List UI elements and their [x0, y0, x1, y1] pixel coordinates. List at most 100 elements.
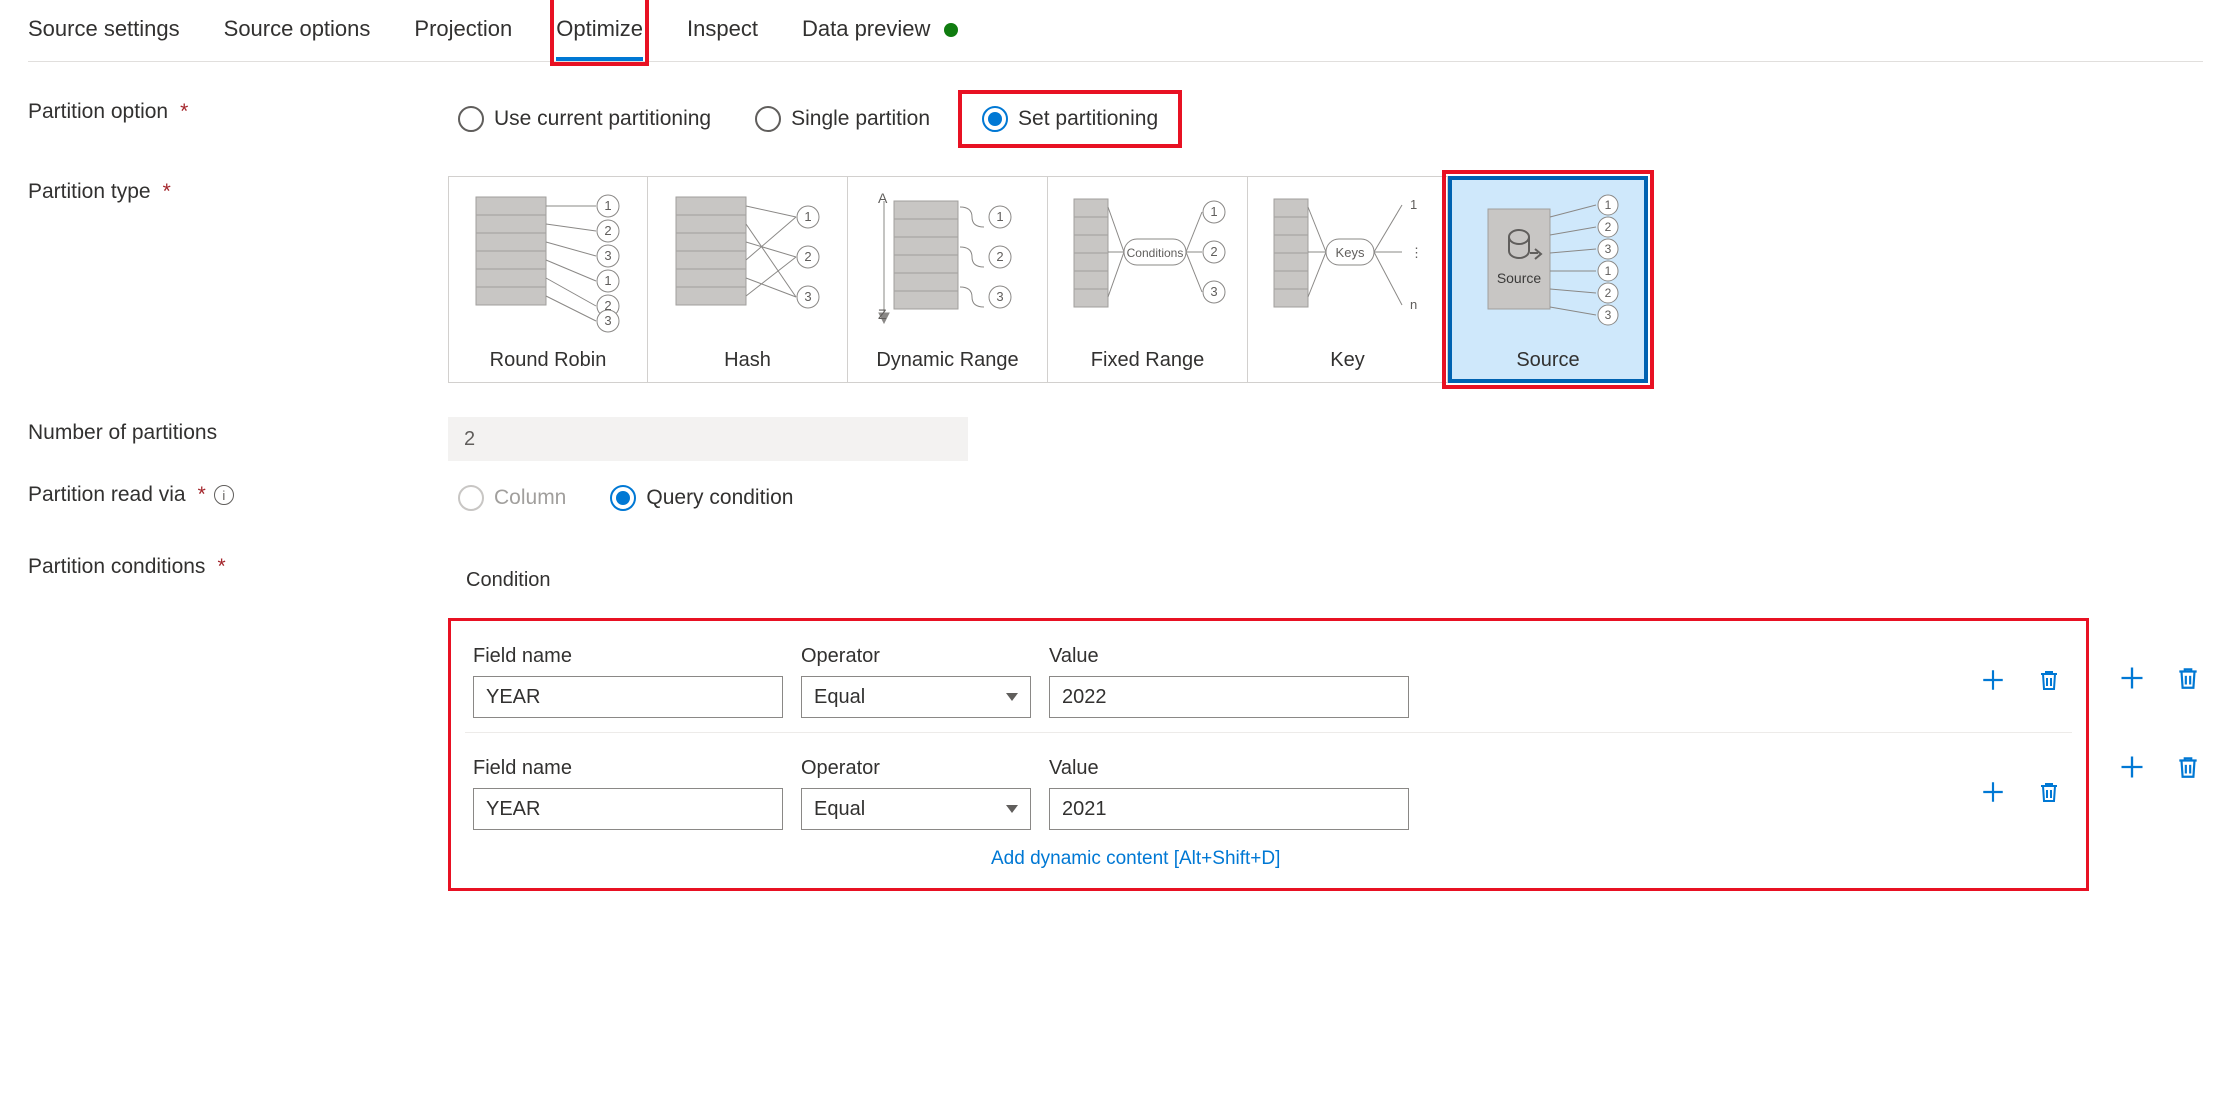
card-caption: Hash — [724, 341, 771, 382]
svg-text:2: 2 — [1605, 286, 1612, 300]
card-fixed-range[interactable]: Conditions 123 Fixed Range — [1048, 176, 1248, 383]
tab-data-preview[interactable]: Data preview — [802, 2, 958, 60]
add-condition-button[interactable] — [2117, 663, 2147, 693]
radio-circle-icon — [458, 106, 484, 132]
label-text: Partition conditions — [28, 555, 205, 579]
card-caption: Fixed Range — [1091, 341, 1204, 382]
condition-row: Field name YEAR Operator Equal Value 202… — [465, 732, 2072, 844]
svg-text:⋮: ⋮ — [1410, 245, 1423, 260]
tab-optimize[interactable]: Optimize — [556, 2, 643, 60]
radio-circle-icon — [982, 106, 1008, 132]
input-value: YEAR — [486, 798, 540, 821]
partition-read-via-group: Column Query condition — [448, 479, 803, 517]
label-partition-type: Partition type* — [28, 176, 448, 204]
value-input[interactable]: 2021 — [1049, 788, 1409, 830]
card-key[interactable]: Keys 1 ⋮ n Key — [1248, 176, 1448, 383]
svg-text:2: 2 — [804, 249, 811, 264]
label-partition-option: Partition option* — [28, 96, 448, 124]
svg-text:Source: Source — [1497, 270, 1542, 286]
radio-use-current-partitioning[interactable]: Use current partitioning — [448, 100, 721, 138]
tab-inspect[interactable]: Inspect — [687, 2, 758, 60]
tab-source-options[interactable]: Source options — [224, 2, 371, 60]
svg-text:2: 2 — [1605, 220, 1612, 234]
add-condition-button[interactable] — [2117, 752, 2147, 782]
label-text: Partition read via — [28, 483, 186, 507]
required-marker: * — [198, 483, 206, 507]
field-name-input[interactable]: YEAR — [473, 788, 783, 830]
info-icon[interactable]: i — [214, 485, 234, 505]
label-partition-conditions: Partition conditions * — [28, 551, 448, 579]
label-text: Number of partitions — [28, 421, 217, 445]
svg-text:1: 1 — [1410, 197, 1417, 212]
svg-text:Keys: Keys — [1335, 245, 1364, 260]
tab-projection[interactable]: Projection — [414, 2, 512, 60]
card-source[interactable]: Source 123 123 — [1448, 176, 1648, 383]
card-caption: Round Robin — [490, 341, 607, 382]
partition-option-group: Use current partitioning Single partitio… — [448, 96, 1176, 142]
col-header-operator: Operator — [801, 757, 1031, 780]
card-hash[interactable]: 1 2 3 Hash — [648, 176, 848, 383]
tabs-bar: Source settings Source options Projectio… — [28, 0, 2203, 62]
radio-label: Use current partitioning — [494, 107, 711, 131]
label-text: Partition option — [28, 100, 168, 124]
card-illustration: Conditions 123 — [1048, 177, 1247, 341]
operator-select[interactable]: Equal — [801, 676, 1031, 718]
add-dynamic-content-link[interactable]: Add dynamic content [Alt+Shift+D] — [991, 848, 2072, 870]
required-marker: * — [217, 555, 225, 579]
status-dot-icon — [944, 23, 958, 37]
value-input[interactable]: 2022 — [1049, 676, 1409, 718]
add-clause-button[interactable] — [1978, 777, 2008, 807]
svg-text:3: 3 — [1605, 242, 1612, 256]
conditions-box: Field name YEAR Operator Equal Value 202… — [448, 618, 2089, 891]
radio-set-partitioning[interactable]: Set partitioning — [964, 96, 1176, 142]
col-header-operator: Operator — [801, 645, 1031, 668]
condition-heading: Condition — [466, 569, 2203, 592]
card-caption: Key — [1330, 341, 1364, 382]
svg-text:3: 3 — [804, 289, 811, 304]
svg-text:1: 1 — [804, 209, 811, 224]
delete-clause-button[interactable] — [2034, 665, 2064, 695]
svg-text:1: 1 — [1605, 198, 1612, 212]
tab-label: Data preview — [802, 16, 930, 41]
radio-column[interactable]: Column — [448, 479, 576, 517]
input-value: 2 — [464, 428, 475, 451]
number-of-partitions-input: 2 — [448, 417, 968, 461]
chevron-down-icon — [1006, 805, 1018, 813]
delete-condition-button[interactable] — [2173, 752, 2203, 782]
svg-text:n: n — [1410, 297, 1417, 312]
card-illustration: Keys 1 ⋮ n — [1248, 177, 1447, 341]
svg-text:2: 2 — [1210, 244, 1217, 259]
card-illustration: 1 2 3 — [648, 177, 847, 341]
delete-condition-button[interactable] — [2173, 663, 2203, 693]
svg-text:3: 3 — [1210, 284, 1217, 299]
svg-text:2: 2 — [604, 298, 611, 313]
tab-source-settings[interactable]: Source settings — [28, 2, 180, 60]
svg-text:3: 3 — [604, 248, 611, 263]
radio-single-partition[interactable]: Single partition — [745, 100, 940, 138]
card-dynamic-range[interactable]: AZ 123 Dynamic Range — [848, 176, 1048, 383]
col-header-field-name: Field name — [473, 645, 783, 668]
radio-circle-icon — [458, 485, 484, 511]
delete-clause-button[interactable] — [2034, 777, 2064, 807]
label-partition-read-via: Partition read via * i — [28, 479, 448, 507]
svg-text:1: 1 — [1210, 204, 1217, 219]
operator-select[interactable]: Equal — [801, 788, 1031, 830]
col-header-value: Value — [1049, 757, 1409, 780]
radio-query-condition[interactable]: Query condition — [600, 479, 803, 517]
add-clause-button[interactable] — [1978, 665, 2008, 695]
svg-text:2: 2 — [604, 223, 611, 238]
tab-label: Source settings — [28, 16, 180, 41]
chevron-down-icon — [1006, 693, 1018, 701]
svg-text:3: 3 — [1605, 308, 1612, 322]
radio-label: Set partitioning — [1018, 107, 1158, 131]
svg-text:1: 1 — [604, 273, 611, 288]
col-header-value: Value — [1049, 645, 1409, 668]
field-name-input[interactable]: YEAR — [473, 676, 783, 718]
col-header-field-name: Field name — [473, 757, 783, 780]
card-round-robin[interactable]: 123 123 Round Robin — [448, 176, 648, 383]
radio-label: Single partition — [791, 107, 930, 131]
radio-label: Column — [494, 486, 566, 510]
select-value: Equal — [814, 686, 865, 709]
required-marker: * — [163, 180, 171, 204]
label-number-of-partitions: Number of partitions — [28, 417, 448, 445]
